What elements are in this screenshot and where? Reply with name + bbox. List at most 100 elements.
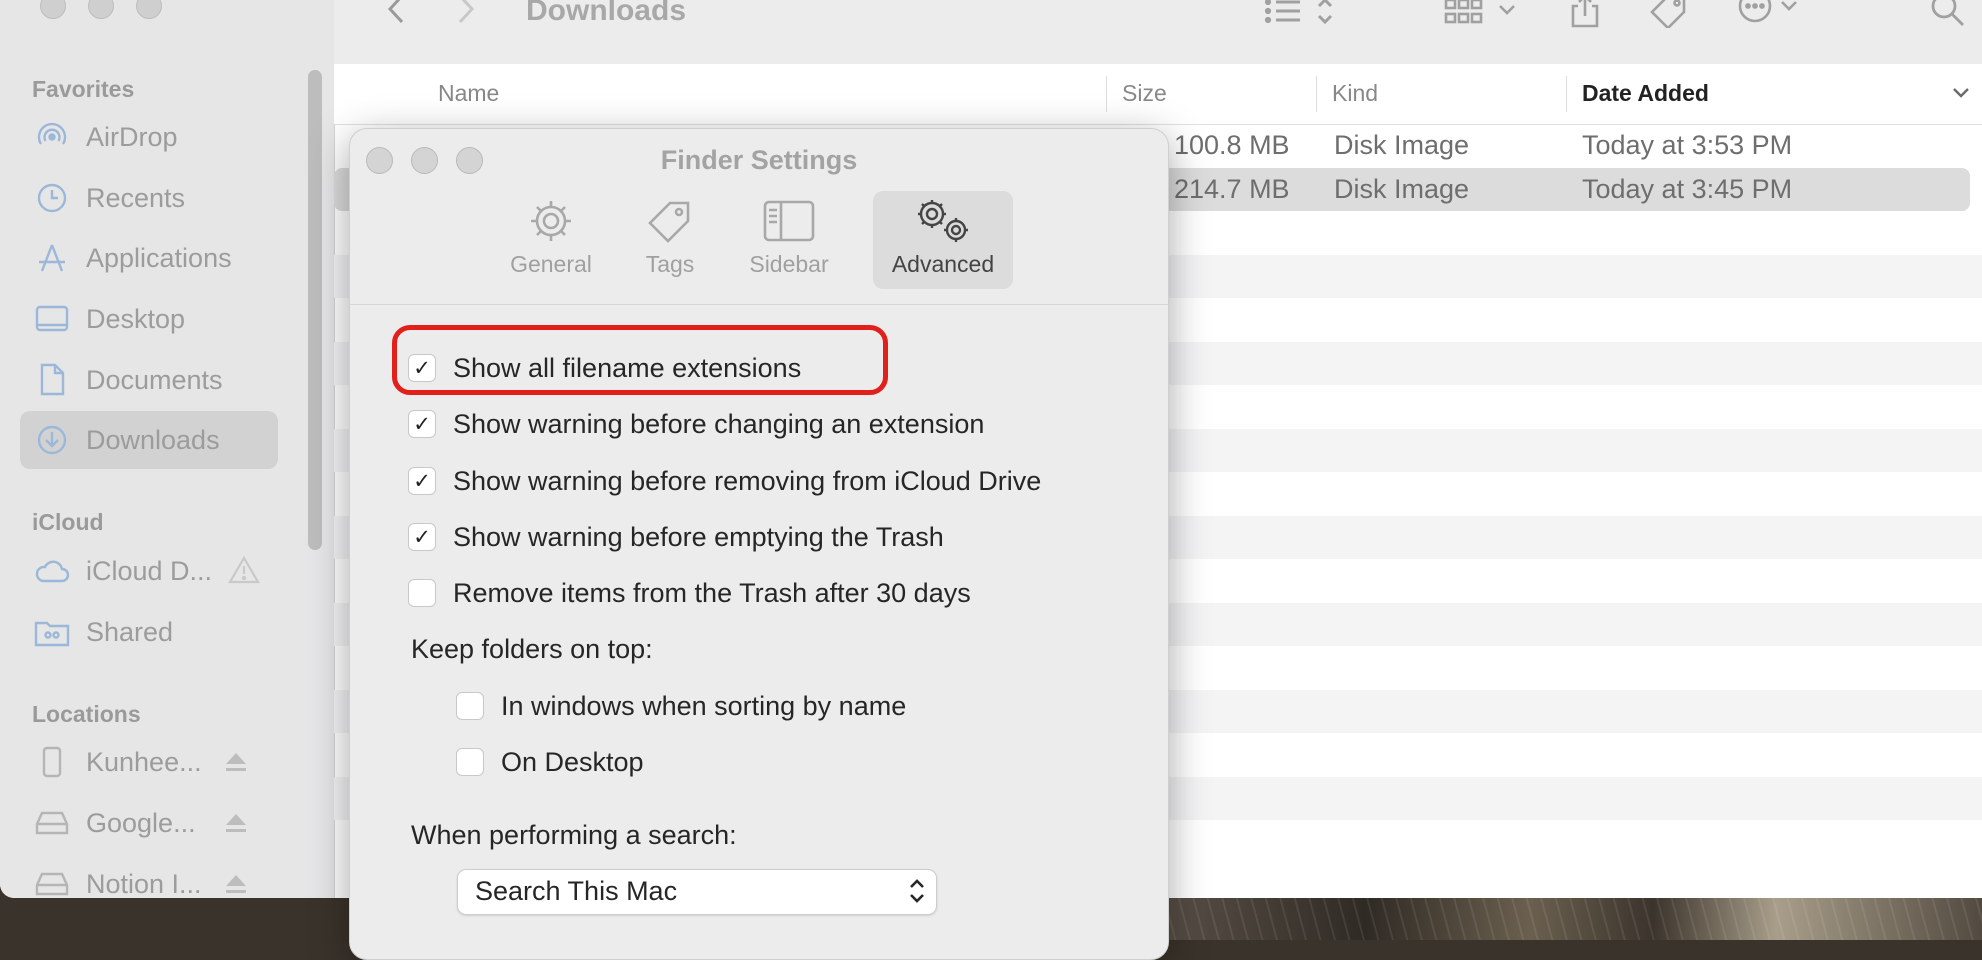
column-kind[interactable]: Kind (1332, 80, 1378, 107)
column-date-added[interactable]: Date Added (1582, 80, 1709, 107)
tab-sidebar[interactable]: Sidebar (735, 191, 843, 289)
sidebar-item-documents[interactable]: Documents (20, 351, 278, 409)
group-view-icon[interactable] (1444, 0, 1530, 33)
highlight-annotation (392, 325, 888, 395)
column-divider (1566, 76, 1567, 112)
list-view-icon[interactable] (1264, 0, 1340, 33)
airdrop-icon (34, 119, 70, 155)
sidebar-item-icloud-drive[interactable]: iCloud D... (20, 542, 278, 600)
file-date-added: Today at 3:45 PM (1582, 173, 1793, 204)
zoom-button[interactable] (136, 0, 162, 19)
sidebar-section-favorites: Favorites (32, 76, 135, 102)
column-divider (1316, 76, 1317, 112)
sidebar-item-google[interactable]: Google... (20, 794, 278, 852)
chevron-updown-icon (908, 876, 926, 911)
sidebar-item-label: Downloads (86, 424, 220, 455)
column-size[interactable]: Size (1122, 80, 1167, 107)
checkbox-unchecked[interactable] (456, 748, 484, 776)
document-icon (34, 362, 70, 398)
search-scope-value: Search This Mac (475, 876, 678, 906)
option-warn-remove-icloud[interactable]: ✓ Show warning before removing from iClo… (408, 461, 1041, 501)
tab-label: Tags (645, 251, 695, 277)
tab-label: Advanced (891, 251, 995, 277)
forward-icon[interactable] (454, 0, 478, 31)
settings-title: Finder Settings (660, 145, 858, 175)
sidebar-item-label: Google... (86, 807, 196, 838)
checkbox-checked[interactable]: ✓ (408, 410, 436, 438)
tab-tags[interactable]: Tags (625, 191, 715, 289)
file-kind: Disk Image (1334, 130, 1470, 160)
sidebar-icon (735, 191, 843, 251)
search-icon[interactable] (1930, 0, 1966, 33)
sidebar-scrollbar[interactable] (308, 70, 322, 550)
sidebar-item-airdrop[interactable]: AirDrop (20, 108, 278, 166)
shared-folder-icon (34, 614, 70, 650)
search-scope-select[interactable]: Search This Mac (457, 869, 937, 915)
sidebar-section-icloud: iCloud (32, 509, 104, 535)
option-label: Show warning before changing an extensio… (453, 408, 985, 439)
back-icon[interactable] (384, 0, 408, 31)
window-controls (40, 0, 162, 19)
applications-icon (34, 240, 70, 276)
sidebar-item-label: Kunhee... (86, 746, 202, 777)
sidebar-section-locations: Locations (32, 701, 141, 727)
share-icon[interactable] (1568, 0, 1602, 33)
eject-icon[interactable] (224, 812, 248, 839)
option-label: On Desktop (501, 746, 644, 777)
sidebar-item-shared[interactable]: Shared (20, 603, 278, 661)
checkbox-unchecked[interactable] (408, 579, 436, 607)
option-label: Show warning before removing from iCloud… (453, 465, 1042, 496)
tab-general[interactable]: General (497, 191, 605, 289)
close-button[interactable] (40, 0, 66, 19)
checkbox-checked[interactable]: ✓ (408, 523, 436, 551)
option-folders-top-desktop[interactable]: On Desktop (456, 742, 644, 782)
option-warn-empty-trash[interactable]: ✓ Show warning before emptying the Trash (408, 517, 944, 557)
option-warn-change-extension[interactable]: ✓ Show warning before changing an extens… (408, 404, 984, 444)
option-label: Remove items from the Trash after 30 day… (453, 577, 971, 608)
sidebar-item-label: Desktop (86, 303, 186, 334)
tag-icon (625, 191, 715, 251)
desktop-icon (34, 301, 70, 337)
tag-icon[interactable] (1648, 0, 1688, 33)
file-size: 214.7 MB (1174, 173, 1290, 204)
clock-icon (34, 180, 70, 216)
column-name[interactable]: Name (438, 80, 499, 107)
column-divider (1106, 76, 1107, 112)
sidebar-item-notion[interactable]: Notion I... (20, 855, 278, 898)
toolbar: Downloads (334, 0, 1982, 65)
sidebar-item-kunhee[interactable]: Kunhee... (20, 733, 278, 791)
minimize-button[interactable] (88, 0, 114, 19)
checkbox-checked[interactable]: ✓ (408, 467, 436, 495)
desktop-wallpaper (1160, 895, 1982, 940)
sidebar-item-label: AirDrop (86, 121, 178, 152)
file-date-added: Today at 3:53 PM (1582, 130, 1793, 160)
option-remove-trash-30-days[interactable]: Remove items from the Trash after 30 day… (408, 573, 971, 613)
eject-icon[interactable] (224, 873, 248, 898)
file-size: 100.8 MB (1174, 130, 1290, 160)
sidebar-item-label: iCloud D... (86, 555, 213, 586)
eject-icon[interactable] (224, 751, 248, 778)
sidebar-item-downloads[interactable]: Downloads (20, 411, 278, 469)
keep-folders-label: Keep folders on top: (411, 634, 653, 664)
sidebar-item-label: Shared (86, 616, 174, 647)
sidebar-item-desktop[interactable]: Desktop (20, 290, 278, 348)
option-folders-top-windows[interactable]: In windows when sorting by name (456, 686, 906, 726)
option-label: In windows when sorting by name (501, 690, 907, 721)
settings-header: Finder Settings General Tags Sidebar Adv… (350, 129, 1168, 305)
window-title: Downloads (526, 0, 687, 27)
file-kind: Disk Image (1334, 173, 1470, 204)
drive-icon (34, 866, 70, 898)
search-scope-label: When performing a search: (411, 820, 737, 850)
sidebar-item-label: Notion I... (86, 868, 202, 899)
tab-advanced[interactable]: Advanced (873, 191, 1013, 289)
sidebar-item-recents[interactable]: Recents (20, 169, 278, 227)
column-headers: Name Size Kind Date Added (334, 64, 1982, 125)
checkbox-unchecked[interactable] (456, 692, 484, 720)
sidebar-item-label: Applications (86, 242, 232, 273)
download-icon (34, 422, 70, 458)
warning-icon (228, 555, 260, 589)
sidebar-item-applications[interactable]: Applications (20, 229, 278, 287)
gear-icon (497, 191, 605, 251)
finder-settings-window: Finder Settings General Tags Sidebar Adv… (349, 128, 1169, 960)
more-actions-icon[interactable] (1738, 0, 1808, 33)
